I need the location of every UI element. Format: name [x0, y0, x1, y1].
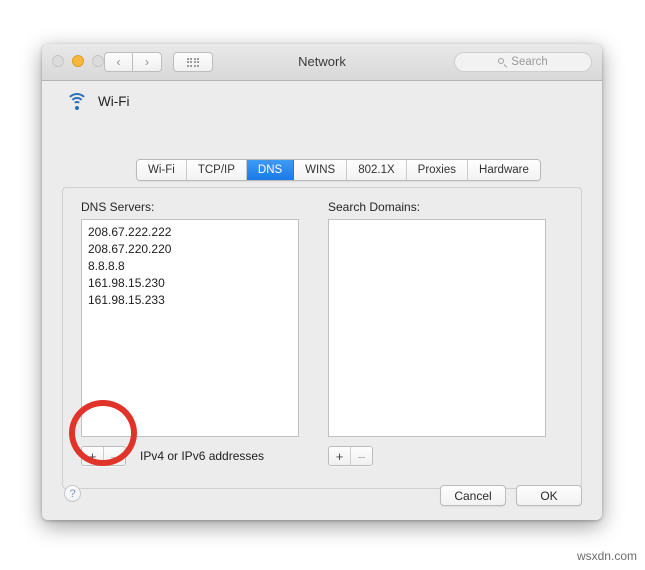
tab-wifi[interactable]: Wi-Fi: [137, 160, 187, 180]
window-titlebar: ‹ › Network Search: [42, 44, 602, 81]
add-dns-server-button[interactable]: +: [82, 447, 103, 465]
service-header: Wi-Fi: [66, 93, 129, 110]
tab-tcpip[interactable]: TCP/IP: [186, 160, 247, 180]
list-item[interactable]: 208.67.222.222: [82, 224, 298, 241]
tab-wins[interactable]: WINS: [294, 160, 348, 180]
wifi-icon: [66, 93, 88, 110]
list-item[interactable]: 8.8.8.8: [82, 258, 298, 275]
tab-bar: Wi-Fi TCP/IP DNS WINS 802.1X Proxies Har…: [136, 159, 541, 181]
search-placeholder: Search: [511, 56, 548, 68]
tab-8021x[interactable]: 802.1X: [347, 160, 407, 180]
watermark-text: wsxdn.com: [576, 549, 637, 563]
search-domains-list[interactable]: [328, 219, 546, 437]
dns-settings-panel: DNS Servers: Search Domains: 208.67.222.…: [62, 187, 582, 489]
help-button[interactable]: ?: [64, 485, 81, 502]
network-preferences-window: ‹ › Network Search Wi-Fi Wi-Fi TCP/IP DN…: [42, 44, 602, 520]
cancel-button[interactable]: Cancel: [440, 485, 506, 506]
search-domain-add-remove-buttons: + –: [328, 446, 373, 466]
dns-servers-label: DNS Servers:: [81, 200, 155, 214]
dns-add-remove-buttons: + –: [81, 446, 126, 466]
footer-button-group: Cancel OK: [440, 485, 582, 506]
list-item[interactable]: 161.98.15.233: [82, 292, 298, 309]
ok-button[interactable]: OK: [516, 485, 582, 506]
search-domains-label: Search Domains:: [328, 200, 421, 214]
service-name-label: Wi-Fi: [98, 94, 130, 109]
list-item[interactable]: 161.98.15.230: [82, 275, 298, 292]
dns-servers-button-row: + – IPv4 or IPv6 addresses: [81, 446, 264, 466]
add-search-domain-button[interactable]: +: [329, 447, 350, 465]
remove-search-domain-button[interactable]: –: [350, 447, 372, 465]
window-body: Wi-Fi Wi-Fi TCP/IP DNS WINS 802.1X Proxi…: [42, 81, 602, 520]
list-item[interactable]: 208.67.220.220: [82, 241, 298, 258]
remove-dns-server-button[interactable]: –: [103, 447, 125, 465]
tab-dns[interactable]: DNS: [246, 160, 295, 180]
search-domains-button-row: + –: [328, 446, 373, 466]
dns-servers-list[interactable]: 208.67.222.222 208.67.220.220 8.8.8.8 16…: [81, 219, 299, 437]
search-icon: [498, 57, 507, 67]
dns-address-hint: IPv4 or IPv6 addresses: [140, 449, 265, 463]
tab-proxies[interactable]: Proxies: [406, 160, 469, 180]
tab-hardware[interactable]: Hardware: [468, 160, 540, 180]
search-field[interactable]: Search: [454, 52, 592, 72]
